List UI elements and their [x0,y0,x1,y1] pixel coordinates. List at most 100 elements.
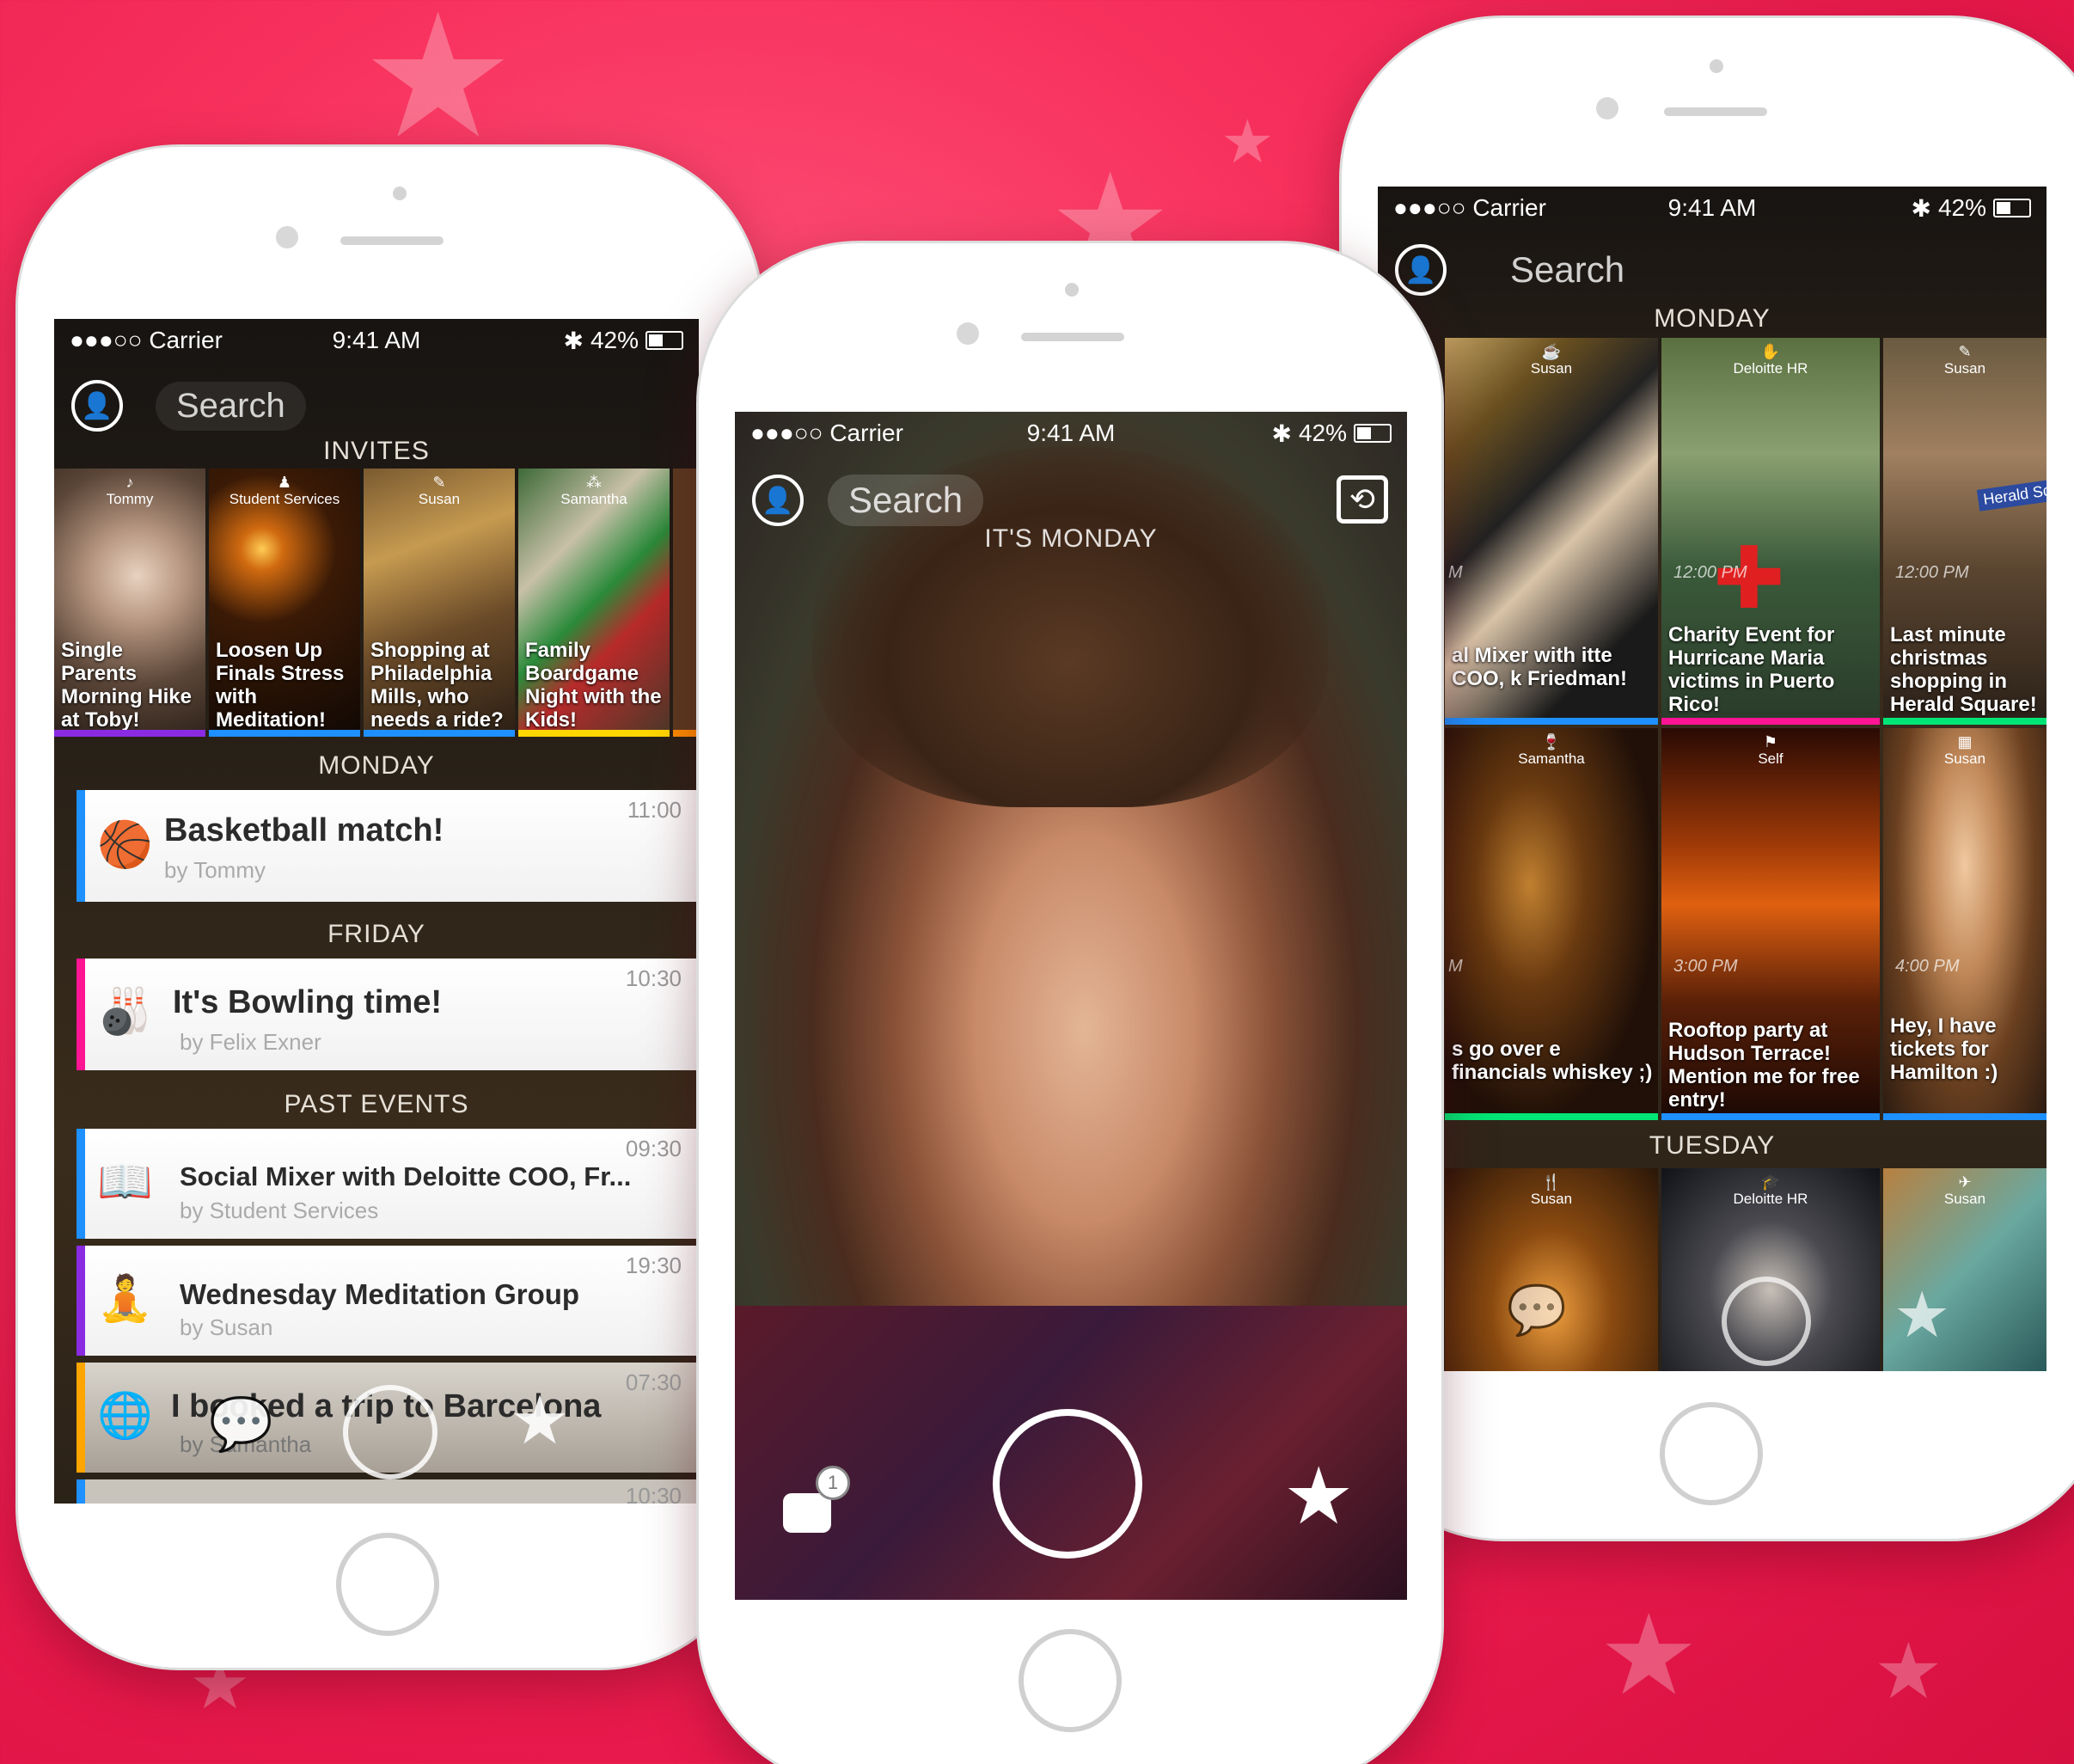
battery-label: 42% [590,327,639,353]
phone-right: ●●●○○ Carrier 9:41 AM ✱ 42% 👤 Search MON… [1339,15,2074,1541]
battery-label: 42% [1937,194,1986,221]
phone-left: ●●●○○ Carrier 9:41 AM ✱ 42% 👤 Search INV… [15,144,763,1670]
event-tile[interactable]: ⚑ Self 3:00 PM Rooftop party at Hudson Te… [1661,728,1880,1120]
tile-owner: Susan [1530,360,1573,377]
event-tile[interactable]: ☕ Susan M al Mixer with itte COO, k Fried… [1445,338,1658,725]
tile-owner: Deloitte HR [1733,1191,1808,1207]
star-icon[interactable]: ★ [1894,1278,1950,1352]
event-card[interactable]: 🏀 Basketball match! by Tommy 11:00 [76,790,699,902]
tile-title: Rooftop party at Hudson Terrace! Mention… [1668,1019,1860,1112]
profile-icon[interactable]: 👤 [71,380,123,432]
status-bar: ●●●○○ Carrier 9:41 AM ✱ 42% [54,319,699,362]
star-icon[interactable]: ★ [510,1381,570,1460]
tile-title: al Mixer with itte COO, k Friedman! [1452,644,1628,690]
battery-indicator: ✱ 42% [563,327,683,355]
tile-owner: Self [1758,750,1783,767]
event-tile[interactable]: ✋ Deloitte HR ✚ 12:00 PM Charity Event fo… [1661,338,1880,725]
tile-time: 3:00 PM [1673,957,1738,976]
carrier-label: ●●●○○ Carrier [750,420,903,446]
invite-color-bar [209,730,360,737]
event-owner: by Susan [180,1314,273,1340]
music-icon: ♪ [125,474,134,491]
capture-button[interactable] [993,1409,1142,1559]
battery-label: 42% [1298,420,1347,446]
tag-icon: ✎ [432,474,446,491]
home-button[interactable] [1019,1629,1122,1732]
tile-time: 12:00 PM [1673,563,1747,582]
home-button[interactable] [1660,1402,1763,1505]
invite-tile[interactable]: ♪ Tommy Single Parents Morning Hike at To… [54,469,205,737]
chat-icon[interactable]: 💬 [209,1393,273,1455]
battery-icon [1993,199,2031,217]
tile-time: 4:00 PM [1895,957,1960,976]
street-sign: Herald Square [1976,475,2046,511]
event-time: 10:30 [625,965,682,991]
chat-icon[interactable]: 💬 [1507,1282,1567,1338]
event-owner: by Felix Exner [180,1029,321,1055]
invite-owner: Tommy [106,491,154,507]
event-tile[interactable]: 🍷 Samantha M s go over e financials whisk… [1445,728,1658,1120]
event-title: Basketball match! [164,812,444,848]
event-time: 07:30 [625,1369,682,1395]
front-sensor [1065,283,1079,297]
front-sensor [393,187,407,200]
tile-color-bar [1883,718,2046,725]
tile-time: M [1448,957,1463,976]
capture-button[interactable] [1722,1277,1811,1366]
search-bar[interactable]: 👤 Search [1378,231,2046,309]
event-title: Social Mixer with Deloitte COO, Fr... [180,1161,632,1191]
event-tile[interactable]: ✎ Susan Herald Square 12:00 PM Last minut… [1883,338,2046,725]
invite-tile[interactable]: ⁂ Samantha Family Boardgame Night with th… [518,469,670,737]
star-icon[interactable]: ★ [1283,1457,1354,1536]
home-button[interactable] [336,1533,439,1636]
tile-title: Hey, I have tickets for Hamilton :) [1890,1014,1998,1084]
invite-tile-partial[interactable] [673,469,699,737]
section-header-friday: FRIDAY [327,920,425,948]
section-header-monday: MONDAY [318,751,435,780]
phone-center: ●●●○○ Carrier 9:41 AM ✱ 42% 👤 Search ⟲ I… [696,241,1444,1764]
chat-icon[interactable] [783,1493,831,1533]
event-tile[interactable]: ▦ Susan 4:00 PM Hey, I have tickets for H… [1883,728,2046,1120]
search-input[interactable]: Search [156,381,306,431]
capture-button[interactable] [343,1385,437,1479]
background-star: ★ [1221,108,1275,175]
passport-icon: 🌐 [97,1391,153,1441]
day-header: IT'S MONDAY [984,524,1158,553]
battery-icon [645,331,683,350]
background-star: ★ [1874,1629,1943,1715]
invite-tile[interactable]: ♟ Student Services Loosen Up Finals Stres… [209,469,360,737]
section-header-tuesday: TUESDAY [1649,1131,1776,1160]
event-card-partial[interactable]: 10:30 [76,1479,699,1504]
tile-owner: Susan [1530,1191,1573,1207]
profile-icon[interactable]: 👤 [752,475,804,526]
invite-title: Loosen Up Finals Stress with Meditation! [216,639,345,732]
tile-title: s go over e financials whiskey ;) [1452,1038,1653,1084]
glass-icon: 🍷 [1541,733,1562,750]
event-owner: by Tommy [164,857,266,883]
switch-camera-icon[interactable]: ⟲ [1337,475,1388,524]
event-card[interactable]: 📖 Social Mixer with Deloitte COO, Fr... … [76,1129,699,1239]
profile-icon[interactable]: 👤 [1395,244,1447,296]
event-tile[interactable]: 🍴 Susan [1445,1168,1658,1371]
invite-color-bar [518,730,670,737]
event-time: 11:00 [627,797,682,823]
event-time: 19:30 [625,1253,682,1278]
section-header-monday: MONDAY [1654,304,1771,333]
invite-owner: Samantha [560,491,627,507]
front-sensor [1710,59,1723,73]
search-input[interactable]: Search [1490,244,1645,296]
tile-color-bar [1661,1113,1880,1120]
search-input[interactable]: Search [828,475,984,526]
event-card[interactable]: 🎳 It's Bowling time! by Felix Exner 10:3… [76,959,699,1070]
invite-tile[interactable]: ✎ Susan Shopping at Philadelphia Mills, w… [364,469,515,737]
section-header-invites: INVITES [323,437,430,465]
invite-color-bar [673,730,699,737]
tile-owner: Deloitte HR [1733,360,1808,377]
meditation-icon: 🧘 [97,1274,153,1324]
tile-time: 12:00 PM [1895,563,1969,582]
front-camera [1596,97,1618,119]
event-card[interactable]: 🧘 Wednesday Meditation Group by Susan 19… [76,1246,699,1356]
tile-title: Charity Event for Hurricane Maria victim… [1668,623,1835,716]
screen-left: ●●●○○ Carrier 9:41 AM ✱ 42% 👤 Search INV… [54,319,699,1504]
tile-color-bar [1445,718,1658,725]
